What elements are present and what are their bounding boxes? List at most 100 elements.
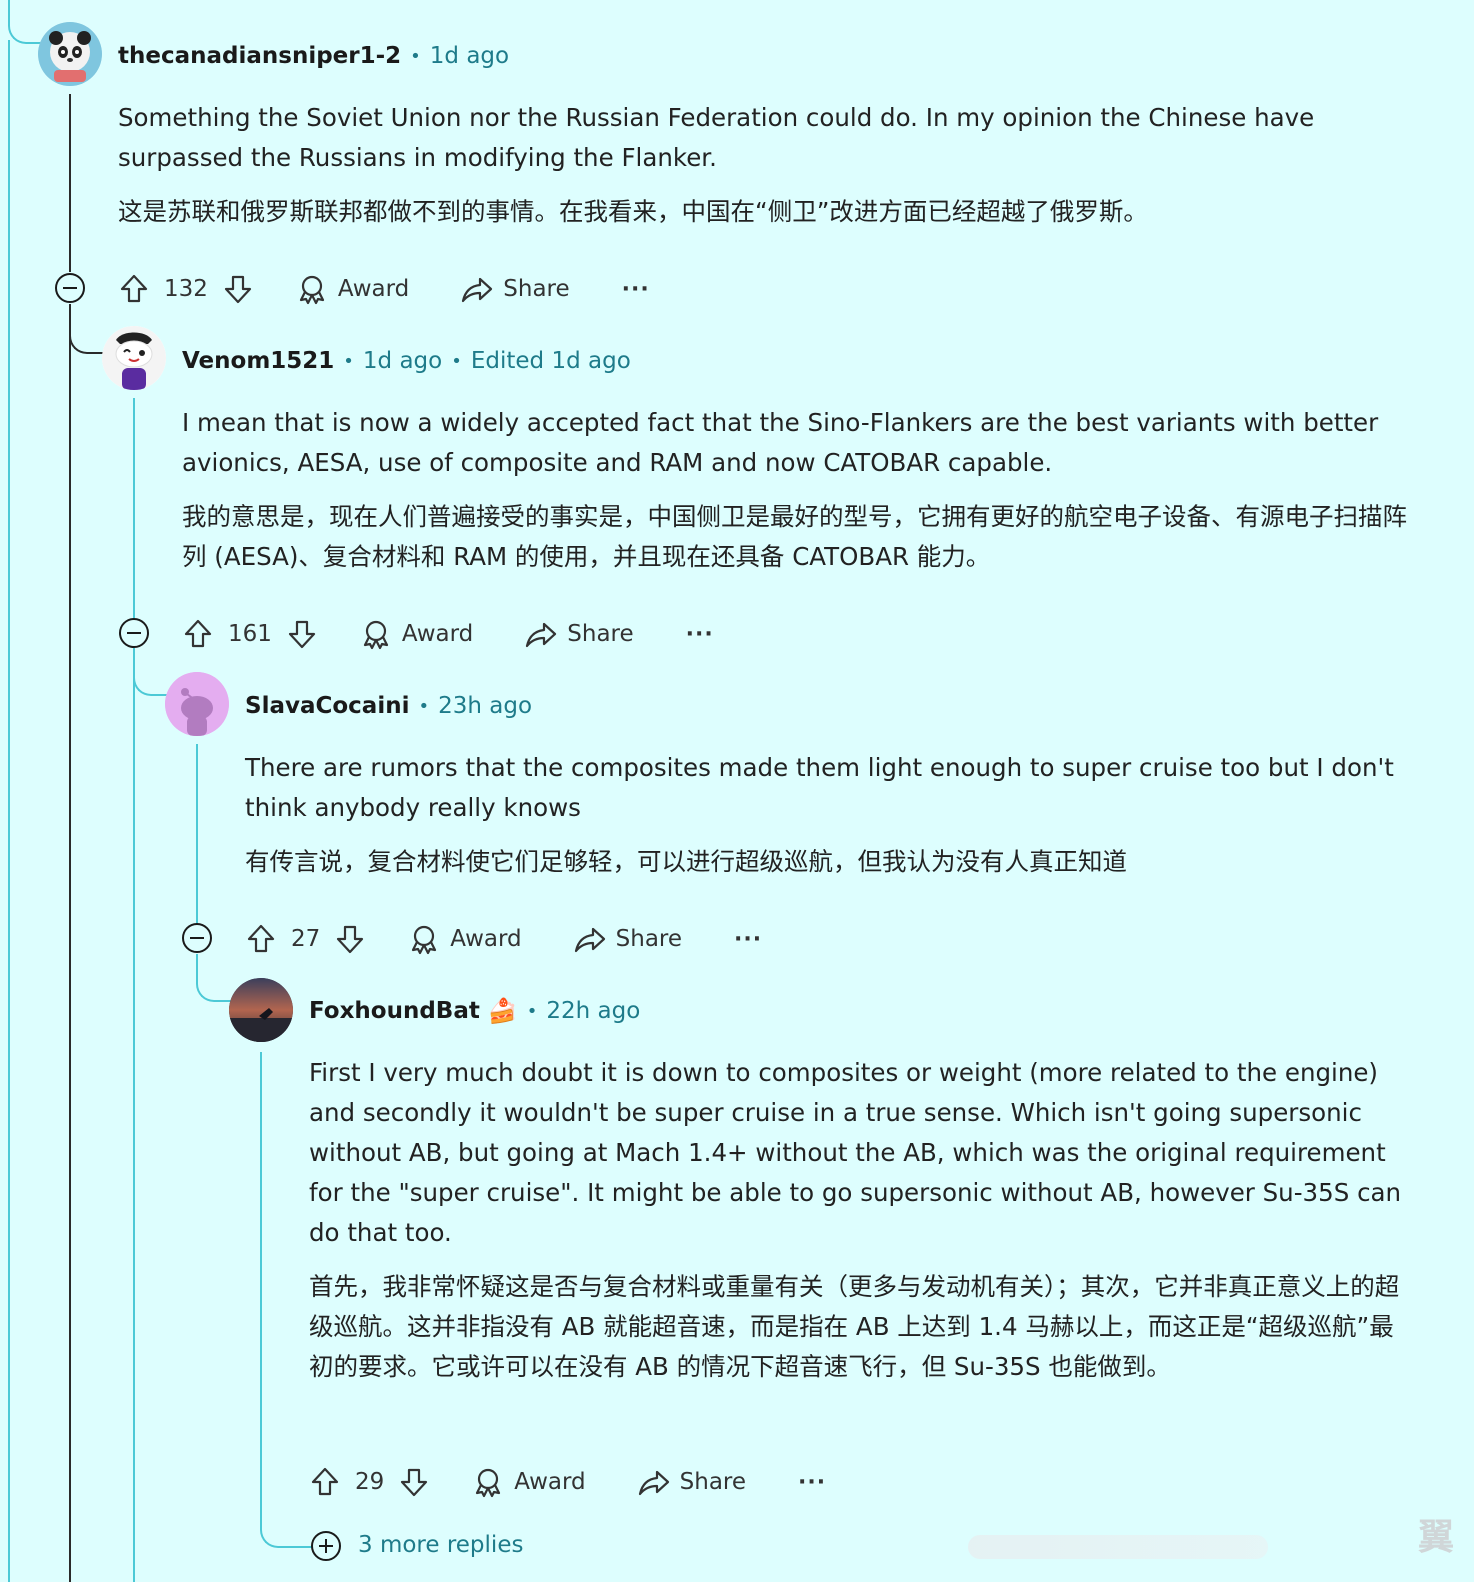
- comment-text-en: Something the Soviet Union nor the Russi…: [118, 103, 1315, 172]
- award-label: Award: [401, 621, 474, 647]
- award-label: Award: [514, 1469, 586, 1495]
- downvote-button[interactable]: [398, 1466, 430, 1498]
- snoo-avatar-icon: [102, 326, 166, 390]
- comment-text-zh: 首先，我非常怀疑这是否与复合材料或重量有关（更多与发动机有关）；其次，它并非真正…: [309, 1272, 1400, 1381]
- comment-header: Venom1521 • 1d ago • Edited 1d ago: [182, 343, 631, 379]
- thread-connector: [196, 954, 232, 1002]
- comment-text-zh: 这是苏联和俄罗斯联邦都做不到的事情。在我看来，中国在“侧卫”改进方面已经超越了俄…: [118, 197, 1148, 226]
- more-replies-link[interactable]: 3 more replies: [358, 1532, 523, 1558]
- avatar[interactable]: [165, 672, 229, 736]
- thread-connector: [8, 0, 42, 44]
- share-label: Share: [615, 926, 683, 952]
- award-button[interactable]: Award: [296, 273, 409, 305]
- comment-body: I mean that is now a widely accepted fac…: [182, 403, 1410, 577]
- separator-dot: •: [526, 1000, 538, 1022]
- collapse-thread-button[interactable]: [55, 273, 85, 303]
- thread-line: [260, 1052, 262, 1526]
- comment-text-en: There are rumors that the composites mad…: [245, 753, 1394, 822]
- thread-connector: [133, 648, 169, 696]
- timestamp[interactable]: 22h ago: [546, 998, 640, 1024]
- share-label: Share: [567, 621, 634, 647]
- award-label: Award: [450, 926, 522, 952]
- upvote-icon: [120, 274, 148, 303]
- thread-line: [69, 94, 71, 272]
- timestamp[interactable]: 1d ago: [363, 348, 442, 374]
- upvote-button[interactable]: [182, 618, 214, 650]
- award-button[interactable]: Award: [360, 618, 473, 650]
- award-label: Award: [337, 276, 410, 302]
- award-icon: [363, 620, 389, 650]
- downvote-icon: [401, 1468, 428, 1497]
- share-icon: [526, 622, 557, 648]
- avatar[interactable]: [102, 326, 166, 390]
- avatar[interactable]: [38, 22, 102, 86]
- sunset-avatar-icon: [229, 978, 293, 1042]
- separator-dot: •: [418, 695, 430, 717]
- share-label: Share: [503, 276, 570, 302]
- share-button[interactable]: Share: [638, 1466, 746, 1498]
- watermark: 翼: [1417, 1517, 1454, 1558]
- separator-dot: •: [343, 350, 354, 372]
- collapse-icon: [63, 287, 77, 289]
- award-button[interactable]: Award: [408, 923, 522, 955]
- vote-score: 132: [164, 276, 208, 302]
- timestamp[interactable]: 1d ago: [430, 43, 509, 69]
- downvote-button[interactable]: [334, 923, 366, 955]
- username[interactable]: thecanadiansniper1-2: [118, 43, 401, 69]
- share-label: Share: [679, 1469, 747, 1495]
- upvote-button[interactable]: [245, 923, 277, 955]
- upvote-icon: [311, 1467, 339, 1496]
- cake-icon: 🍰: [487, 997, 518, 1025]
- edited-label: Edited 1d ago: [470, 348, 631, 374]
- downvote-icon: [224, 275, 252, 304]
- more-options-button[interactable]: ···: [622, 277, 650, 302]
- collapse-thread-button[interactable]: [119, 618, 149, 648]
- share-button[interactable]: Share: [461, 273, 570, 305]
- vote-score: 161: [228, 621, 272, 647]
- upvote-button[interactable]: [118, 273, 150, 305]
- expand-replies-button[interactable]: [311, 1531, 341, 1561]
- award-icon: [299, 275, 325, 305]
- comment-header: thecanadiansniper1-2 • 1d ago: [118, 38, 509, 74]
- timestamp[interactable]: 23h ago: [438, 693, 532, 719]
- downvote-icon: [288, 620, 316, 649]
- expand-icon-vertical: [325, 1539, 327, 1553]
- share-button[interactable]: Share: [525, 618, 634, 650]
- downvote-icon: [337, 925, 364, 954]
- comment-actions: 161 Award Share ···: [182, 614, 714, 654]
- thread-line: [69, 304, 71, 1582]
- thread-line: [196, 744, 198, 924]
- share-icon: [638, 1470, 669, 1496]
- upvote-icon: [184, 619, 212, 648]
- vote-score: 27: [291, 926, 321, 952]
- upvote-icon: [247, 924, 275, 953]
- username[interactable]: Venom1521: [182, 348, 334, 374]
- vote-score: 29: [355, 1469, 385, 1495]
- share-button[interactable]: Share: [574, 923, 682, 955]
- downvote-button[interactable]: [222, 273, 254, 305]
- comment-body: There are rumors that the composites mad…: [245, 748, 1413, 882]
- upvote-button[interactable]: [309, 1466, 341, 1498]
- more-options-button[interactable]: ···: [798, 1470, 826, 1495]
- username[interactable]: SlavaCocaini: [245, 693, 409, 719]
- comment-header: SlavaCocaini • 23h ago: [245, 688, 532, 724]
- more-options-button[interactable]: ···: [734, 927, 762, 952]
- username[interactable]: FoxhoundBat: [309, 998, 480, 1024]
- comment-body: Something the Soviet Union nor the Russi…: [118, 98, 1408, 232]
- panda-avatar-icon: [38, 22, 102, 86]
- collapse-icon: [127, 632, 141, 634]
- more-options-button[interactable]: ···: [686, 622, 714, 647]
- comment-text-zh: 我的意思是，现在人们普遍接受的事实是，中国侧卫是最好的型号，它拥有更好的航空电子…: [182, 502, 1407, 571]
- default-snoo-avatar-icon: [165, 672, 229, 736]
- collapse-thread-button[interactable]: [182, 923, 212, 953]
- collapse-icon: [190, 937, 204, 939]
- award-button[interactable]: Award: [472, 1466, 586, 1498]
- share-icon: [462, 277, 493, 303]
- comment-actions: 29 Award Share ···: [309, 1462, 826, 1502]
- watermark-bar: [968, 1535, 1268, 1559]
- separator-dot: •: [410, 45, 421, 67]
- award-icon: [412, 925, 437, 955]
- comment-text-en: First I very much doubt it is down to co…: [309, 1058, 1402, 1247]
- downvote-button[interactable]: [286, 618, 318, 650]
- avatar[interactable]: [229, 978, 293, 1042]
